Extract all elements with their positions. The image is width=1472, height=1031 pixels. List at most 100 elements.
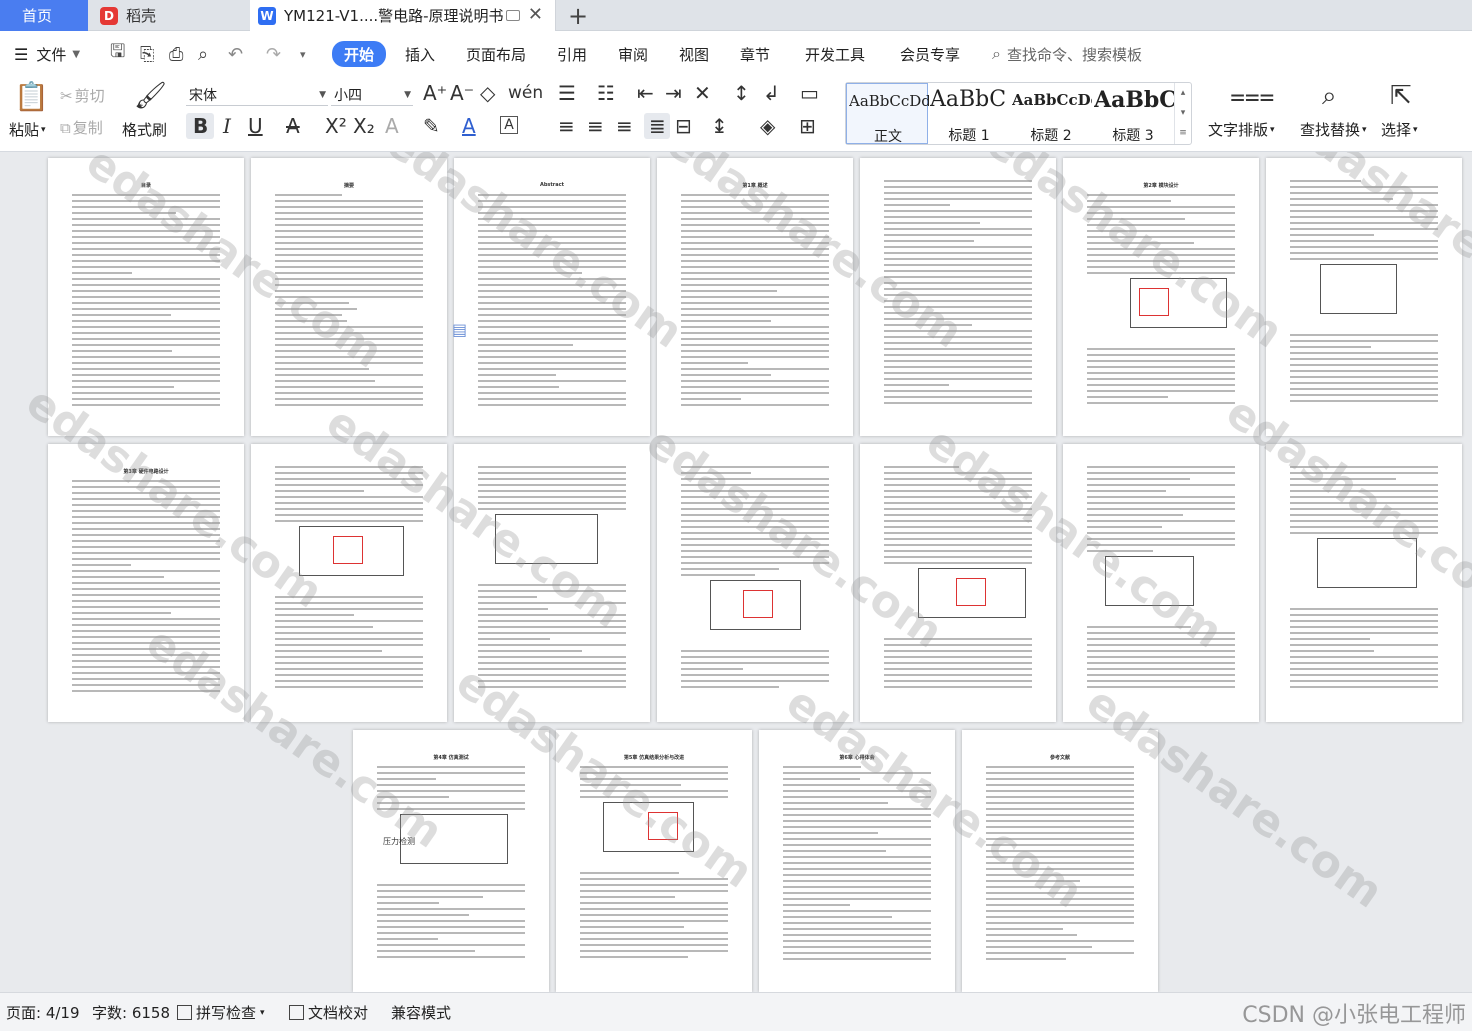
select-button[interactable]: 选择 ▾ bbox=[1381, 119, 1418, 140]
document-page[interactable]: 第5章 仿真结果分析与改进 bbox=[556, 730, 752, 992]
new-tab-button[interactable]: + bbox=[568, 0, 588, 31]
format-painter-icon[interactable]: 🖌 bbox=[134, 83, 167, 109]
text-layout-icon[interactable]: ⩶ bbox=[1230, 83, 1275, 109]
numbered-list-icon[interactable]: ☷ bbox=[597, 83, 615, 103]
document-page[interactable]: 第4章 仿真测试 压力检测 bbox=[353, 730, 549, 992]
proofread-button[interactable]: 文档校对 bbox=[289, 1002, 368, 1023]
document-page[interactable] bbox=[251, 444, 447, 722]
menu-reference[interactable]: 引用 bbox=[557, 41, 587, 67]
paste-icon[interactable]: 📋 bbox=[14, 83, 49, 111]
font-name-select[interactable]: 宋体 ▼ bbox=[186, 84, 328, 106]
find-replace-icon[interactable]: ⌕ bbox=[1322, 83, 1337, 109]
style-normal[interactable]: AaBbCcDd 正文 bbox=[846, 83, 929, 145]
find-replace-button[interactable]: 查找替换 ▾ bbox=[1300, 119, 1367, 140]
document-page[interactable]: 摘要 bbox=[251, 158, 447, 436]
document-page[interactable] bbox=[860, 158, 1056, 436]
ruler-icon[interactable]: ▭ bbox=[800, 83, 819, 103]
align-center-icon[interactable]: ≡ bbox=[587, 116, 604, 136]
style-heading-1[interactable]: AaBbC 标题 1 bbox=[928, 83, 1010, 144]
document-page[interactable] bbox=[657, 444, 853, 722]
document-page[interactable] bbox=[860, 444, 1056, 722]
underline-button[interactable]: U bbox=[248, 116, 263, 136]
chinese-layout-icon[interactable]: ✕ bbox=[694, 83, 711, 103]
document-page[interactable]: 第2章 模块设计 bbox=[1063, 158, 1259, 436]
document-page[interactable] bbox=[1266, 444, 1462, 722]
text-effect-button[interactable]: A bbox=[385, 116, 399, 136]
close-tab-icon[interactable]: ✕ bbox=[528, 4, 543, 25]
word-count[interactable]: 字数: 6158 bbox=[92, 1002, 170, 1023]
document-page[interactable]: 目录 bbox=[48, 158, 244, 436]
highlight-icon[interactable]: ✎ bbox=[423, 116, 440, 136]
copy-button[interactable]: ⧉ 复制 bbox=[60, 117, 103, 138]
document-page[interactable]: Abstract bbox=[454, 158, 650, 436]
align-right-icon[interactable]: ≡ bbox=[616, 116, 633, 136]
style-gallery-scroll[interactable]: ▴ ▾ ≡ bbox=[1174, 83, 1191, 144]
comment-marker-icon[interactable]: ▤ bbox=[452, 320, 467, 340]
print-icon[interactable]: ⎙ bbox=[169, 41, 183, 67]
italic-button[interactable]: I bbox=[223, 116, 231, 136]
menu-view[interactable]: 视图 bbox=[679, 41, 709, 67]
superscript-button[interactable]: X² bbox=[325, 116, 347, 136]
document-page[interactable] bbox=[1266, 158, 1462, 436]
tab-home[interactable]: 首页 bbox=[0, 0, 88, 31]
print-preview-icon[interactable]: ⌕ bbox=[198, 41, 208, 67]
sort-icon[interactable]: ↕ bbox=[733, 83, 750, 103]
clear-format-icon[interactable]: ◇ bbox=[480, 83, 495, 103]
document-page[interactable]: 第3章 硬件电路设计 bbox=[48, 444, 244, 722]
decrease-indent-icon[interactable]: ⇤ bbox=[637, 83, 654, 103]
bullet-list-icon[interactable]: ☰ bbox=[558, 83, 576, 103]
menu-chapter[interactable]: 章节 bbox=[740, 41, 770, 67]
menu-devtools[interactable]: 开发工具 bbox=[805, 41, 865, 67]
phonetic-guide-icon[interactable]: wén bbox=[508, 83, 543, 103]
undo-icon[interactable]: ↶ bbox=[228, 41, 243, 67]
justify-icon[interactable]: ≣ bbox=[644, 113, 670, 139]
document-page[interactable]: 第1章 概述 bbox=[657, 158, 853, 436]
tab-daoke[interactable]: D 稻壳 bbox=[92, 0, 244, 31]
bold-button[interactable]: B bbox=[186, 113, 214, 139]
save-icon[interactable]: 🖫 bbox=[110, 41, 125, 67]
strikethrough-button[interactable]: A bbox=[286, 116, 300, 136]
menu-start[interactable]: 开始 bbox=[332, 41, 387, 67]
menu-member[interactable]: 会员专享 bbox=[900, 41, 960, 67]
document-page[interactable]: 参考文献 bbox=[962, 730, 1158, 992]
cut-button[interactable]: ✂ 剪切 bbox=[60, 85, 105, 106]
align-left-icon[interactable]: ≡ bbox=[558, 116, 575, 136]
style-heading-3[interactable]: AaBbC 标题 3 bbox=[1092, 83, 1174, 144]
grow-font-icon[interactable]: A⁺ bbox=[423, 83, 447, 103]
spell-check-button[interactable]: 拼写检查 ▾ bbox=[177, 1002, 265, 1023]
increase-indent-icon[interactable]: ⇥ bbox=[665, 83, 682, 103]
show-marks-icon[interactable]: ↲ bbox=[763, 83, 780, 103]
select-cursor-icon[interactable]: ⇱ bbox=[1390, 83, 1412, 109]
subscript-button[interactable]: X₂ bbox=[353, 116, 375, 136]
text-line bbox=[478, 206, 626, 208]
page-indicator[interactable]: 页面: 4/19 bbox=[6, 1002, 80, 1023]
font-color-icon[interactable]: A bbox=[462, 116, 476, 136]
borders-icon[interactable]: ⊞ bbox=[799, 116, 816, 136]
quick-access-more-icon[interactable]: ▾ bbox=[300, 41, 306, 67]
document-page[interactable]: 第6章 心得体会 bbox=[759, 730, 955, 992]
line-spacing-icon[interactable]: ↨ bbox=[711, 116, 728, 136]
tab-document[interactable]: W YM121-V1....警电路-原理说明书 ✕ bbox=[250, 0, 556, 31]
redo-icon[interactable]: ↷ bbox=[266, 41, 281, 67]
text-layout-button[interactable]: 文字排版 ▾ bbox=[1208, 119, 1275, 140]
format-painter-button[interactable]: 格式刷 bbox=[122, 119, 167, 140]
export-pdf-icon[interactable]: ⎘ bbox=[140, 41, 154, 67]
menu-insert[interactable]: 插入 bbox=[405, 41, 435, 67]
menu-review[interactable]: 审阅 bbox=[618, 41, 648, 67]
distributed-icon[interactable]: ⊟ bbox=[675, 116, 692, 136]
document-area[interactable]: 目录 摘要 Abstract 第1章 概述 第2章 模块设计 第3章 硬件电路设计 第4章 … bbox=[0, 152, 1472, 992]
menu-page-layout[interactable]: 页面布局 bbox=[466, 41, 526, 67]
char-border-icon[interactable]: A bbox=[500, 116, 518, 134]
document-page[interactable] bbox=[454, 444, 650, 722]
page-heading: 第4章 仿真测试 bbox=[433, 755, 469, 761]
command-search[interactable]: ⌕ 查找命令、搜索模板 bbox=[992, 41, 1142, 67]
menu-file[interactable]: ☰ 文件 ▼ bbox=[14, 41, 80, 67]
font-size-select[interactable]: 小四 ▼ bbox=[331, 84, 413, 106]
style-heading-2[interactable]: AaBbCcDd 标题 2 bbox=[1010, 83, 1092, 144]
document-page[interactable] bbox=[1063, 444, 1259, 722]
paste-button[interactable]: 粘贴 ▾ bbox=[9, 119, 46, 140]
shading-icon[interactable]: ◈ bbox=[760, 116, 775, 136]
text-line bbox=[478, 680, 626, 682]
shrink-font-icon[interactable]: A⁻ bbox=[450, 83, 474, 103]
text-line bbox=[478, 490, 626, 492]
